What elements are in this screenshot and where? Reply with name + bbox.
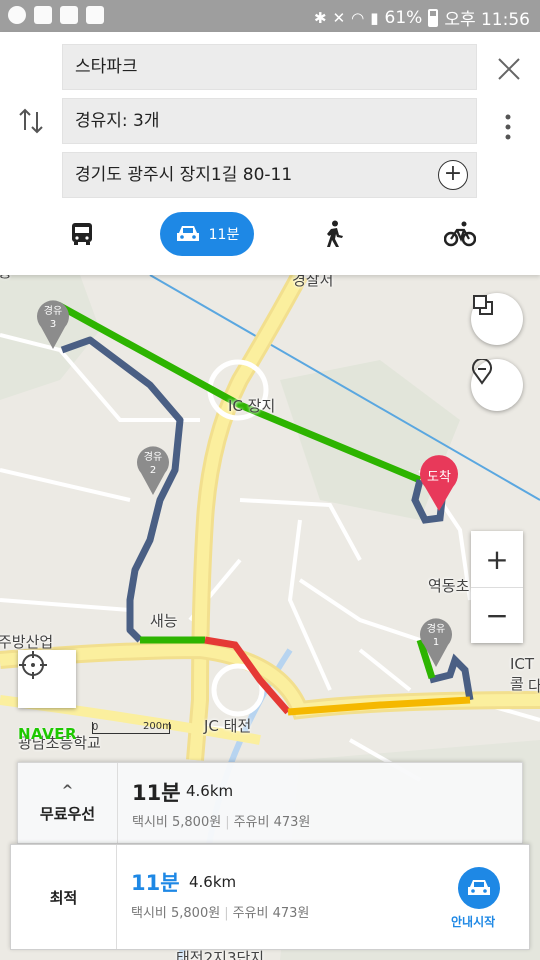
car-icon	[468, 880, 490, 895]
route-free-costs: 택시비 5,800원 | 주유비 473원	[132, 815, 311, 830]
chevron-up-icon: ^	[61, 782, 74, 799]
route-search-panel: 스타파크 경유지: 3개 경기도 광주시 장지1길 80-11 + 11분	[0, 32, 540, 275]
route-free-taxi: 택시비 5,800원	[132, 815, 222, 830]
map-label-jc-taejeon: JC 태전	[204, 717, 252, 735]
route-optimal-time: 11분	[131, 871, 180, 895]
message-icon	[86, 6, 104, 24]
zoom-control: + −	[471, 531, 523, 643]
svg-text:3: 3	[50, 319, 56, 330]
svg-text:경유: 경유	[144, 450, 162, 463]
bluetooth-icon: ✱	[314, 8, 327, 27]
bike-icon	[444, 221, 476, 247]
route-free-time: 11분	[132, 781, 181, 805]
wifi-icon: ◠	[351, 8, 365, 27]
start-navigation-button[interactable]	[458, 867, 500, 909]
crosshair-icon	[19, 651, 47, 679]
clock: 오후 11:56	[444, 10, 530, 30]
map-layer-button[interactable]	[471, 293, 523, 345]
close-icon[interactable]	[494, 54, 524, 84]
svg-text:2: 2	[150, 465, 156, 476]
car-icon	[176, 226, 199, 241]
current-location-button[interactable]	[18, 650, 76, 708]
naver-logo: NAVER	[18, 725, 78, 743]
scale-label-0: 0	[92, 722, 99, 733]
route-free-fuel: 주유비 473원	[233, 815, 311, 830]
start-navigation-label[interactable]: 안내시작	[451, 913, 495, 930]
route-optimal-costs: 택시비 5,800원 | 주유비 473원	[131, 906, 310, 921]
waypoint-2-marker[interactable]: 경유 2	[135, 443, 171, 497]
more-options-icon[interactable]	[500, 112, 516, 142]
zoom-out-button[interactable]: −	[471, 587, 523, 643]
map-label-industry: 주방산업	[0, 633, 54, 651]
map-label-ic-jangji: IC 장지	[228, 397, 276, 415]
route-option-optimal[interactable]: 최적 11분 4.6km 택시비 5,800원 | 주유비 473원 안내시작	[10, 844, 530, 950]
svg-text:도착: 도착	[427, 470, 451, 485]
destination-field[interactable]: 경기도 광주시 장지1길 80-11 +	[62, 152, 477, 198]
route-option-label: 최적	[11, 845, 117, 949]
notification-icon	[8, 6, 26, 24]
mute-icon: ✕	[332, 8, 346, 27]
mode-bus-tab[interactable]	[60, 212, 104, 256]
map-label-police: 경찰서	[292, 275, 334, 289]
svg-text:1: 1	[433, 637, 439, 648]
route-optimal-distance: 4.6km	[189, 873, 237, 891]
battery-icon	[428, 8, 439, 27]
mode-car-tab[interactable]: 11분	[160, 212, 254, 256]
origin-field[interactable]: 스타파크	[62, 44, 477, 90]
car-duration: 11분	[208, 227, 240, 243]
bus-icon	[72, 223, 92, 245]
swap-icon[interactable]	[16, 106, 46, 136]
map-label-da: 다	[528, 677, 540, 695]
mode-bike-tab[interactable]	[438, 212, 482, 256]
route-free-name: 무료우선	[39, 804, 96, 823]
map-label-saeneung: 새능	[150, 612, 178, 630]
route-free-distance: 4.6km	[186, 782, 234, 800]
waypoint-3-marker[interactable]: 경유 3	[35, 297, 71, 351]
waypoint-1-marker[interactable]: 경유 1	[418, 615, 454, 669]
destination-marker[interactable]: 도착	[418, 455, 460, 513]
scale-label-200: 200m	[143, 721, 172, 732]
waypoint-field[interactable]: 경유지: 3개	[62, 98, 477, 144]
status-bar: ✱ ✕ ◠ ▮ 61% 오후 11:56	[0, 0, 540, 32]
route-optimal-fuel: 주유비 473원	[232, 906, 310, 921]
route-optimal-name: 최적	[49, 888, 78, 907]
mode-walk-tab[interactable]	[316, 212, 352, 256]
destination-text: 경기도 광주시 장지1길 80-11	[75, 165, 293, 185]
battery-percent: 61%	[384, 7, 423, 28]
route-option-free[interactable]: ^ 무료우선 11분 4.6km 택시비 5,800원 | 주유비 473원	[17, 762, 523, 844]
layers-icon	[473, 295, 493, 315]
svg-text:경유: 경유	[44, 304, 62, 317]
map-pin-button[interactable]	[471, 359, 523, 411]
svg-text:경유: 경유	[427, 622, 445, 635]
zoom-in-button[interactable]: +	[471, 531, 523, 587]
route-optimal-taxi: 택시비 5,800원	[131, 906, 221, 921]
location-pin-icon	[472, 359, 492, 385]
map-label-top-left: 흥	[0, 275, 12, 282]
route-option-label: ^ 무료우선	[18, 763, 118, 843]
map-label-yeokdong: 역동초	[428, 577, 470, 595]
youtube-icon	[60, 6, 78, 24]
add-waypoint-button[interactable]: +	[438, 160, 468, 190]
gallery-icon	[34, 6, 52, 24]
signal-icon: ▮	[370, 8, 379, 27]
walk-icon	[327, 220, 343, 247]
